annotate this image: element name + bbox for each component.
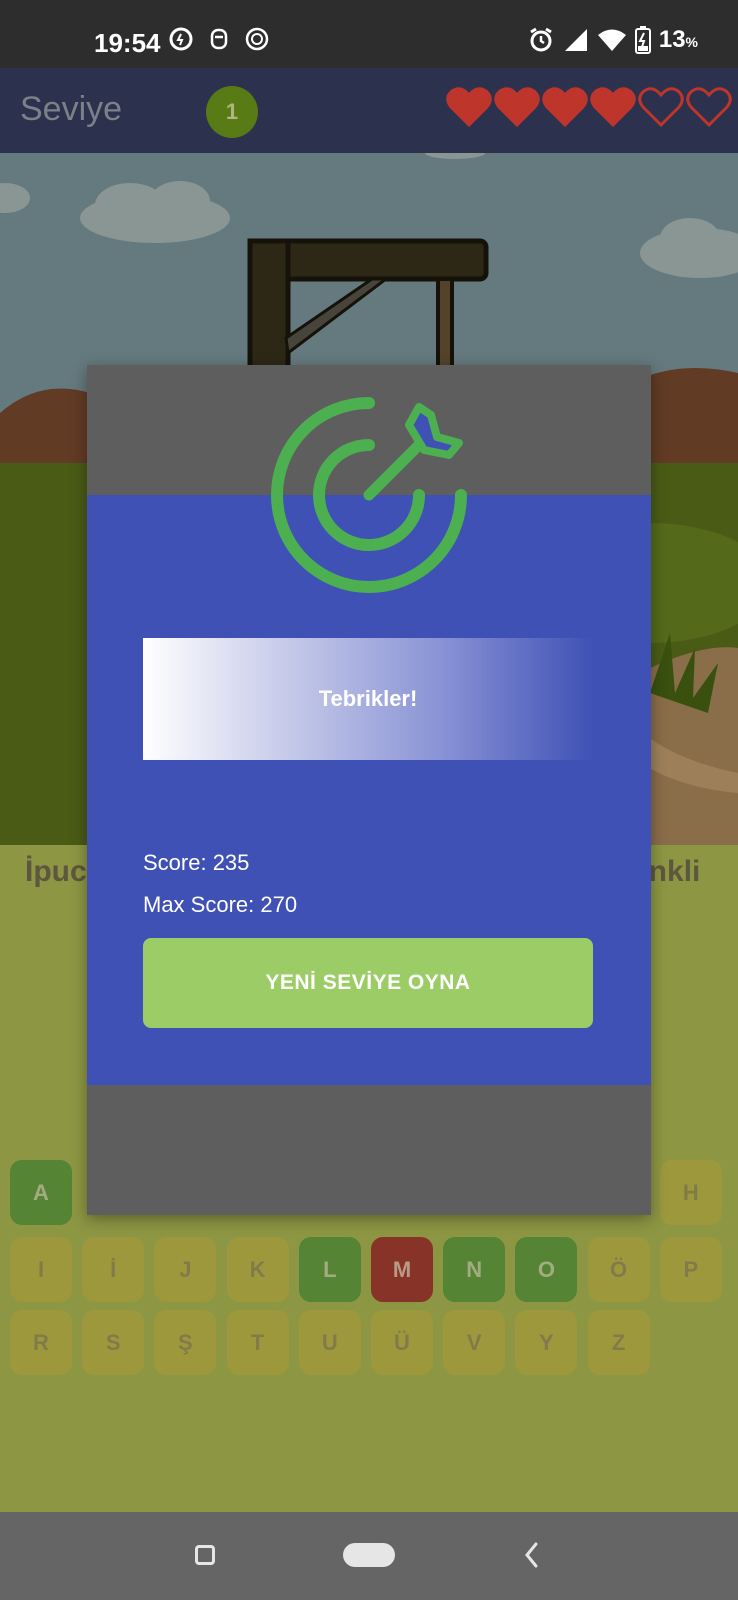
play-new-level-button[interactable]: YENİ SEVİYE OYNA xyxy=(143,938,593,1028)
home-button[interactable] xyxy=(343,1543,395,1567)
score-text: Score: 235 xyxy=(143,850,250,875)
target-arrow-icon xyxy=(271,397,467,593)
status-notification-icons xyxy=(168,26,270,52)
system-nav-bar xyxy=(0,1512,738,1600)
alarm-icon xyxy=(530,27,552,52)
congrats-banner: Tebrikler! xyxy=(143,638,593,760)
app-notification-icon xyxy=(210,28,228,50)
recents-button[interactable] xyxy=(195,1545,215,1565)
status-bar: 19:54 13% xyxy=(0,0,738,68)
congrats-text: Tebrikler! xyxy=(318,686,418,711)
battery-percent: 13% xyxy=(658,26,698,53)
data-saver-icon xyxy=(169,27,193,51)
battery-icon xyxy=(634,26,651,54)
max-score-text: Max Score: 270 xyxy=(143,892,298,917)
status-system-icons: 13% xyxy=(527,26,698,54)
wifi-icon xyxy=(597,29,626,51)
signal-icon xyxy=(564,29,587,51)
back-button[interactable] xyxy=(522,1540,542,1570)
level-complete-dialog: Tebrikler! Score: 235 Max Score: 270 YEN… xyxy=(87,365,651,1215)
clock-notification-icon xyxy=(245,27,269,51)
status-time: 19:54 xyxy=(94,28,161,58)
